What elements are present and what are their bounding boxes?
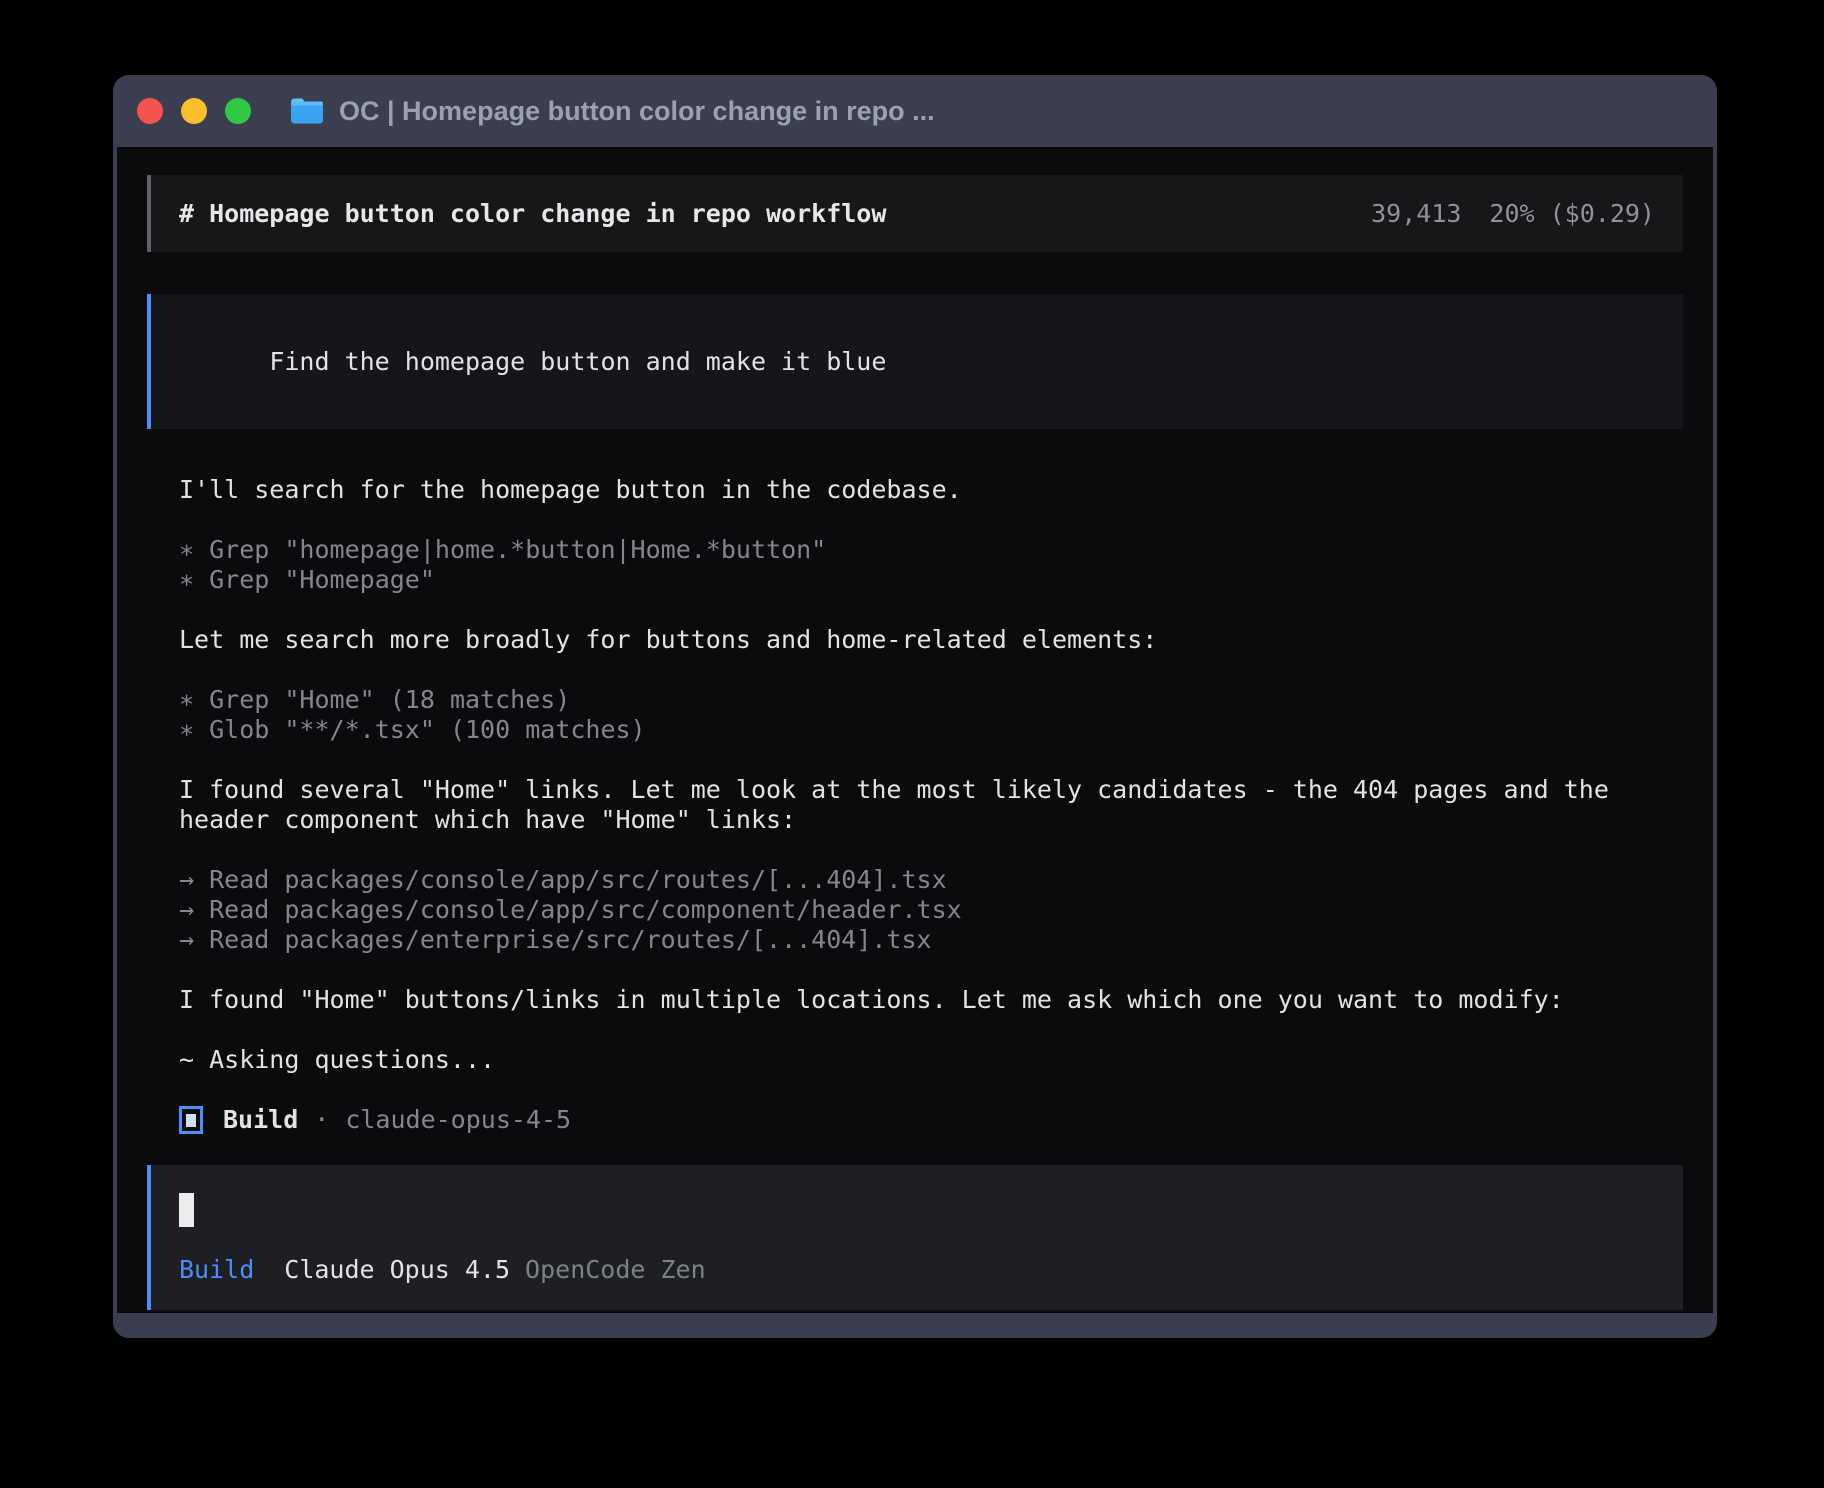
input-footer: Build Claude Opus 4.5 OpenCode Zen [179,1255,1655,1284]
tool-call-read: → Read packages/console/app/src/routes/[… [179,865,1683,895]
tool-call-grep: ∗ Grep "homepage|home.*button|Home.*butt… [179,535,1683,565]
terminal-content: # Homepage button color change in repo w… [117,147,1713,1313]
input-agent-label[interactable]: Build [179,1255,254,1284]
agent-separator: · [314,1105,329,1135]
prompt-input[interactable]: Build Claude Opus 4.5 OpenCode Zen [147,1165,1683,1310]
tool-call-glob: ∗ Glob "**/*.tsx" (100 matches) [179,715,1683,745]
context-usage: 20% ($0.29) [1489,199,1655,228]
text-cursor [179,1193,194,1227]
input-provider-label: OpenCode Zen [525,1255,706,1284]
build-agent-icon [179,1106,203,1134]
session-header: # Homepage button color change in repo w… [147,175,1683,252]
arrow-right-icon: → [179,925,194,954]
tool-star-icon: ∗ [179,535,194,564]
tool-star-icon: ∗ [179,715,194,744]
close-button[interactable] [137,98,163,124]
token-count: 39,413 [1371,199,1461,228]
session-title: # Homepage button color change in repo w… [179,199,886,228]
user-message: Find the homepage button and make it blu… [147,294,1683,429]
assistant-text: I found "Home" buttons/links in multiple… [179,985,1683,1015]
window-controls [137,98,251,124]
input-model-label[interactable]: Claude Opus 4.5 [284,1255,510,1284]
assistant-text: Let me search more broadly for buttons a… [179,625,1683,655]
tool-call-text: Grep "Homepage" [209,565,435,594]
window-title: OC | Homepage button color change in rep… [289,96,935,127]
tool-call-text: Read packages/enterprise/src/routes/[...… [209,925,931,954]
user-message-text: Find the homepage button and make it blu… [269,347,886,376]
assistant-status-text: ~ Asking questions... [179,1045,1683,1075]
minimize-button[interactable] [181,98,207,124]
zoom-button[interactable] [225,98,251,124]
tool-call-text: Grep "Home" (18 matches) [209,685,570,714]
tool-call-text: Read packages/console/app/src/routes/[..… [209,865,947,894]
agent-status-line: Build · claude-opus-4-5 [179,1105,1683,1135]
tool-call-text: Glob "**/*.tsx" (100 matches) [209,715,646,744]
agent-name: Build [223,1105,298,1135]
tool-star-icon: ∗ [179,685,194,714]
tool-call-grep: ∗ Grep "Homepage" [179,565,1683,595]
folder-icon [289,96,325,126]
arrow-right-icon: → [179,895,194,924]
tool-call-grep: ∗ Grep "Home" (18 matches) [179,685,1683,715]
session-stats: 39,413 20% ($0.29) [1371,199,1655,228]
window-title-text: OC | Homepage button color change in rep… [339,96,935,127]
terminal-window: OC | Homepage button color change in rep… [113,75,1717,1338]
tool-star-icon: ∗ [179,565,194,594]
assistant-text: I found several "Home" links. Let me loo… [179,775,1683,805]
assistant-text: header component which have "Home" links… [179,805,1683,835]
titlebar[interactable]: OC | Homepage button color change in rep… [113,75,1717,147]
tool-call-text: Read packages/console/app/src/component/… [209,895,962,924]
tool-call-text: Grep "homepage|home.*button|Home.*button… [209,535,826,564]
arrow-right-icon: → [179,865,194,894]
agent-model: claude-opus-4-5 [345,1105,571,1135]
assistant-text: I'll search for the homepage button in t… [179,475,1683,505]
tool-call-read: → Read packages/enterprise/src/routes/[.… [179,925,1683,955]
conversation: I'll search for the homepage button in t… [147,475,1683,1135]
tool-call-read: → Read packages/console/app/src/componen… [179,895,1683,925]
